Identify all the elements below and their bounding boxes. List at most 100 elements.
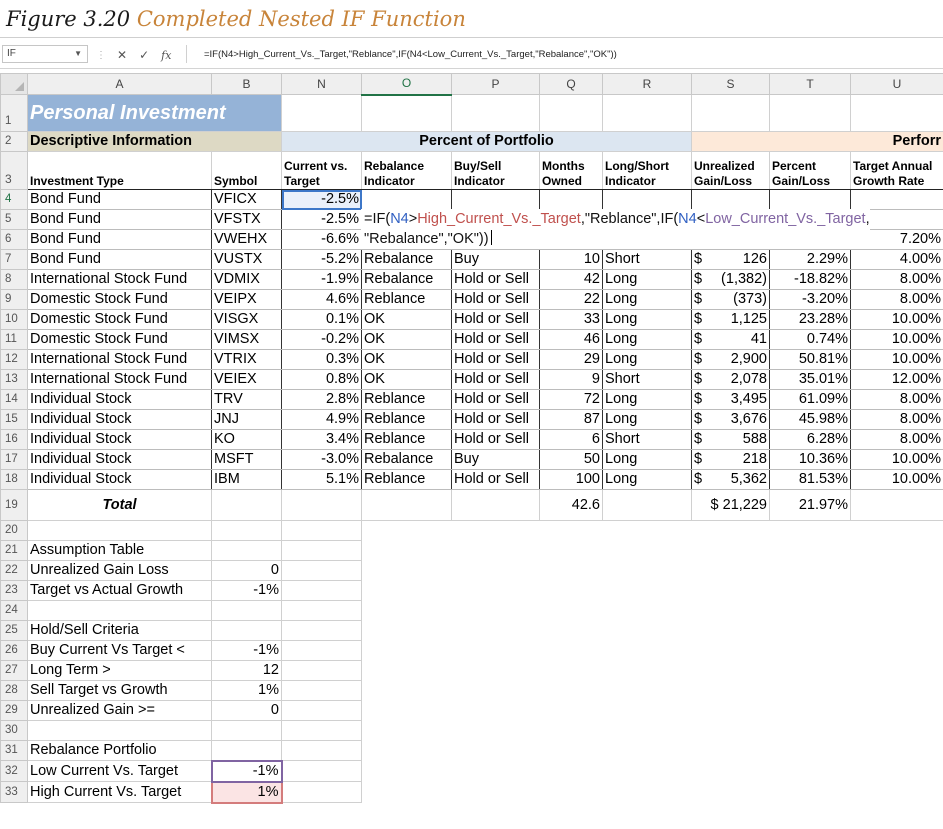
row-header[interactable]: 11 <box>0 329 28 350</box>
cell-months[interactable]: 10 <box>539 249 603 270</box>
cell-unrealized[interactable]: $126 <box>691 249 770 270</box>
cell-unrealized[interactable]: $218 <box>691 449 770 470</box>
cell-target-growth[interactable]: 10.00% <box>850 469 943 490</box>
cell-unrealized[interactable]: $3,676 <box>691 409 770 430</box>
section-percent[interactable]: Percent of Portfolio <box>281 131 692 152</box>
cell-unrealized[interactable]: $2,078 <box>691 369 770 390</box>
cell[interactable] <box>281 720 362 741</box>
cell-symbol[interactable]: VEIPX <box>211 289 282 310</box>
cell-months[interactable]: 72 <box>539 389 603 410</box>
row-header[interactable]: 33 <box>0 781 28 803</box>
row-header[interactable]: 21 <box>0 540 28 561</box>
cell[interactable] <box>211 489 282 521</box>
cell-symbol[interactable]: VEIEX <box>211 369 282 390</box>
cell-buy-sell[interactable]: Hold or Sell <box>451 369 540 390</box>
cell-months[interactable]: 87 <box>539 409 603 430</box>
cell-buy-sell[interactable]: Buy <box>451 449 540 470</box>
cell[interactable] <box>281 620 362 641</box>
cell-target-growth[interactable]: 10.00% <box>850 349 943 370</box>
cell[interactable] <box>27 520 212 541</box>
cell-target-growth[interactable]: 8.00% <box>850 289 943 310</box>
column-header[interactable]: P <box>451 73 540 95</box>
row-header[interactable]: 28 <box>0 680 28 701</box>
total-months[interactable]: 42.6 <box>539 489 603 521</box>
header-current-vs-target[interactable]: Current vs. Target <box>281 151 362 190</box>
cell-target-growth[interactable]: 10.00% <box>850 449 943 470</box>
cell-rebalance[interactable]: Rebalance <box>361 269 452 290</box>
cell-percent-gain[interactable]: 81.53% <box>769 469 851 490</box>
cell-rebalance[interactable]: Reblance <box>361 409 452 430</box>
cell-current-vs-target[interactable]: -5.2% <box>281 249 362 270</box>
cell[interactable] <box>281 520 362 541</box>
header-percent-gain[interactable]: Percent Gain/Loss <box>769 151 851 190</box>
row-header[interactable]: 13 <box>0 369 28 390</box>
cell-investment-type[interactable]: Individual Stock <box>27 429 212 450</box>
cell[interactable] <box>281 760 362 782</box>
hold-sell-title-label[interactable]: Hold/Sell Criteria <box>27 620 212 641</box>
cell[interactable] <box>850 489 943 521</box>
cell-long-short[interactable] <box>602 189 692 210</box>
column-header-active[interactable]: O <box>361 73 452 96</box>
cell-target-growth[interactable]: 8.00% <box>850 389 943 410</box>
cell-long-short[interactable]: Long <box>602 449 692 470</box>
cell-current-vs-target[interactable]: -0.2% <box>281 329 362 350</box>
cell-unrealized[interactable]: $5,362 <box>691 469 770 490</box>
column-header[interactable]: N <box>281 73 362 95</box>
rebalance-title-value[interactable] <box>211 740 282 761</box>
cell[interactable] <box>211 520 282 541</box>
criteria-sell-value[interactable]: 1% <box>211 680 282 701</box>
cell[interactable] <box>281 540 362 561</box>
total-gain-loss[interactable]: $ 21,229 <box>691 489 770 521</box>
cell[interactable] <box>850 94 943 132</box>
row-header[interactable]: 4 <box>0 189 28 210</box>
cell-unrealized[interactable]: $3,495 <box>691 389 770 410</box>
column-header[interactable]: A <box>27 73 212 95</box>
cell-symbol[interactable]: VFICX <box>211 189 282 210</box>
cell[interactable] <box>539 94 603 132</box>
row-header[interactable]: 31 <box>0 740 28 761</box>
assumption-unrealized-label[interactable]: Unrealized Gain Loss <box>27 560 212 581</box>
criteria-buy-label[interactable]: Buy Current Vs Target < <box>27 640 212 661</box>
cell-long-short[interactable]: Short <box>602 429 692 450</box>
cell-rebalance[interactable]: OK <box>361 309 452 330</box>
assumption-target-label[interactable]: Target vs Actual Growth <box>27 580 212 601</box>
cell-rebalance[interactable]: OK <box>361 329 452 350</box>
row-header[interactable]: 1 <box>0 94 28 132</box>
cell-symbol[interactable]: VWEHX <box>211 229 282 250</box>
cell-percent-gain[interactable]: 10.36% <box>769 449 851 470</box>
cell-buy-sell[interactable]: Hold or Sell <box>451 269 540 290</box>
cell-current-vs-target[interactable]: 3.4% <box>281 429 362 450</box>
header-long-short[interactable]: Long/Short Indicator <box>602 151 692 190</box>
row-header[interactable]: 24 <box>0 600 28 621</box>
criteria-long-label[interactable]: Long Term > <box>27 660 212 681</box>
cell-symbol[interactable]: KO <box>211 429 282 450</box>
row-header[interactable]: 27 <box>0 660 28 681</box>
cell-investment-type[interactable]: Individual Stock <box>27 409 212 430</box>
cell-percent-gain[interactable]: 61.09% <box>769 389 851 410</box>
cell-investment-type[interactable]: Domestic Stock Fund <box>27 309 212 330</box>
row-header[interactable]: 18 <box>0 469 28 490</box>
cell-target-growth[interactable]: 12.00% <box>850 369 943 390</box>
cell-buy-sell[interactable]: Hold or Sell <box>451 469 540 490</box>
header-buy-sell[interactable]: Buy/Sell Indicator <box>451 151 540 190</box>
cell-current-vs-target[interactable]: 4.9% <box>281 409 362 430</box>
more-options-icon[interactable]: ⋮ <box>96 50 106 61</box>
cell-investment-type[interactable]: Bond Fund <box>27 189 212 210</box>
cell-long-short[interactable]: Long <box>602 309 692 330</box>
cell[interactable] <box>281 560 362 581</box>
cell-months[interactable]: 22 <box>539 289 603 310</box>
cell-rebalance[interactable]: Reblance <box>361 469 452 490</box>
row-header[interactable]: 23 <box>0 580 28 601</box>
cell-months[interactable]: 29 <box>539 349 603 370</box>
column-header[interactable]: B <box>211 73 282 95</box>
cell-buy-sell[interactable]: Hold or Sell <box>451 309 540 330</box>
cell-buy-sell[interactable]: Hold or Sell <box>451 429 540 450</box>
cell-months[interactable] <box>539 189 603 210</box>
cell[interactable] <box>451 489 540 521</box>
cell-unrealized[interactable]: $1,125 <box>691 309 770 330</box>
cell-rebalance[interactable]: Rebalance <box>361 249 452 270</box>
cell-rebalance[interactable] <box>361 189 452 210</box>
cell-unrealized[interactable]: $ (1,382) <box>691 269 770 290</box>
in-cell-formula-editor[interactable]: =IF(N4>High_Current_Vs._Target,"Reblance… <box>361 209 870 249</box>
cell[interactable] <box>211 600 282 621</box>
